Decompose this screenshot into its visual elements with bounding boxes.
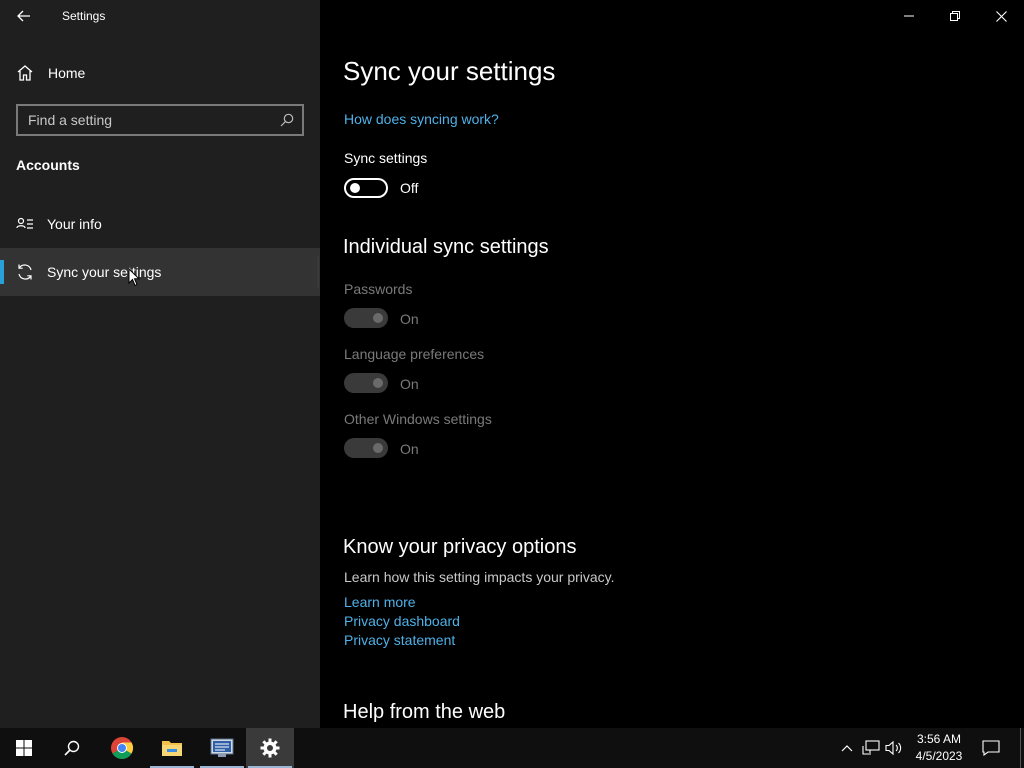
settings-gear-icon (260, 738, 280, 758)
action-center-button[interactable] (981, 738, 1001, 758)
toggle-knob (373, 313, 383, 323)
taskbar-clock[interactable]: 3:56 AM 4/5/2023 (908, 731, 970, 765)
language-preferences-label: Language preferences (344, 346, 485, 362)
start-button[interactable] (0, 728, 48, 768)
minimize-button[interactable] (886, 0, 932, 32)
sidebar-item-label: Sync your settings (47, 264, 162, 280)
language-preferences-toggle[interactable] (344, 373, 388, 393)
privacy-description: Learn how this setting impacts your priv… (344, 569, 615, 585)
network-app-icon (210, 738, 234, 757)
app-title: Settings (62, 9, 106, 23)
sync-icon (16, 263, 34, 281)
toggle-knob (373, 378, 383, 388)
chrome-icon (111, 737, 133, 759)
taskbar: 3:56 AM 4/5/2023 (0, 728, 1024, 768)
search-input[interactable] (28, 111, 268, 129)
privacy-dashboard-link[interactable]: Privacy dashboard (344, 613, 460, 629)
minimize-icon (904, 15, 914, 17)
close-button[interactable] (978, 0, 1024, 32)
taskbar-network-app[interactable] (198, 728, 246, 768)
window-controls (886, 0, 1024, 32)
search-box[interactable] (16, 104, 304, 136)
search-icon (64, 740, 80, 756)
other-windows-settings-toggle[interactable] (344, 438, 388, 458)
search-icon[interactable] (280, 113, 294, 127)
individual-sync-heading: Individual sync settings (343, 236, 549, 258)
back-button[interactable] (8, 2, 40, 30)
privacy-statement-link[interactable]: Privacy statement (344, 632, 455, 648)
mouse-cursor-icon (128, 268, 140, 287)
show-desktop-button[interactable] (1020, 728, 1024, 768)
sidebar-item-your-info[interactable]: Your info (0, 200, 320, 248)
sidebar: Settings Home Accounts Your info Sync yo… (0, 0, 320, 728)
file-explorer-icon (162, 741, 182, 756)
restore-button[interactable] (932, 0, 978, 32)
sidebar-item-sync-your-settings[interactable]: Sync your settings (0, 248, 320, 296)
help-heading: Help from the web (343, 701, 506, 723)
main-content: Sync your settings How does syncing work… (320, 0, 1024, 728)
passwords-state: On (400, 311, 419, 327)
selected-indicator (0, 260, 4, 284)
clock-time: 3:56 AM (916, 732, 962, 746)
toggle-knob (373, 443, 383, 453)
sidebar-item-label: Your info (47, 216, 102, 232)
volume-icon (885, 740, 902, 756)
volume-tray-button[interactable] (884, 738, 904, 758)
sidebar-item-home[interactable]: Home (0, 56, 320, 90)
sync-settings-label: Sync settings (344, 150, 428, 166)
show-hidden-icons-button[interactable] (837, 738, 857, 758)
page-title: Sync your settings (343, 56, 556, 86)
sidebar-item-label: Home (48, 65, 86, 81)
language-preferences-state: On (400, 376, 419, 392)
other-windows-settings-label: Other Windows settings (344, 411, 492, 427)
taskbar-settings[interactable] (246, 728, 294, 768)
other-windows-settings-state: On (400, 441, 419, 457)
taskbar-file-explorer[interactable] (148, 728, 196, 768)
scrollbar[interactable] (317, 256, 319, 288)
close-icon (995, 10, 1007, 22)
taskbar-chrome[interactable] (98, 728, 146, 768)
person-card-icon (16, 215, 34, 233)
restore-icon (950, 11, 960, 21)
privacy-heading: Know your privacy options (343, 536, 577, 558)
section-heading: Accounts (16, 157, 80, 173)
learn-more-link[interactable]: Learn more (344, 594, 416, 610)
back-arrow-icon (17, 10, 30, 22)
clock-date: 4/5/2023 (915, 749, 963, 763)
start-icon (16, 740, 32, 756)
toggle-knob (350, 183, 360, 193)
network-icon (862, 740, 880, 755)
notification-icon (982, 740, 1000, 756)
sync-settings-state: Off (400, 180, 419, 196)
sync-settings-toggle[interactable] (344, 178, 388, 198)
taskbar-search-button[interactable] (48, 728, 96, 768)
passwords-toggle[interactable] (344, 308, 388, 328)
chevron-up-icon (841, 745, 853, 752)
how-syncing-works-link[interactable]: How does syncing work? (344, 111, 499, 127)
home-icon (16, 64, 34, 82)
passwords-label: Passwords (344, 281, 413, 297)
network-tray-button[interactable] (861, 738, 881, 758)
